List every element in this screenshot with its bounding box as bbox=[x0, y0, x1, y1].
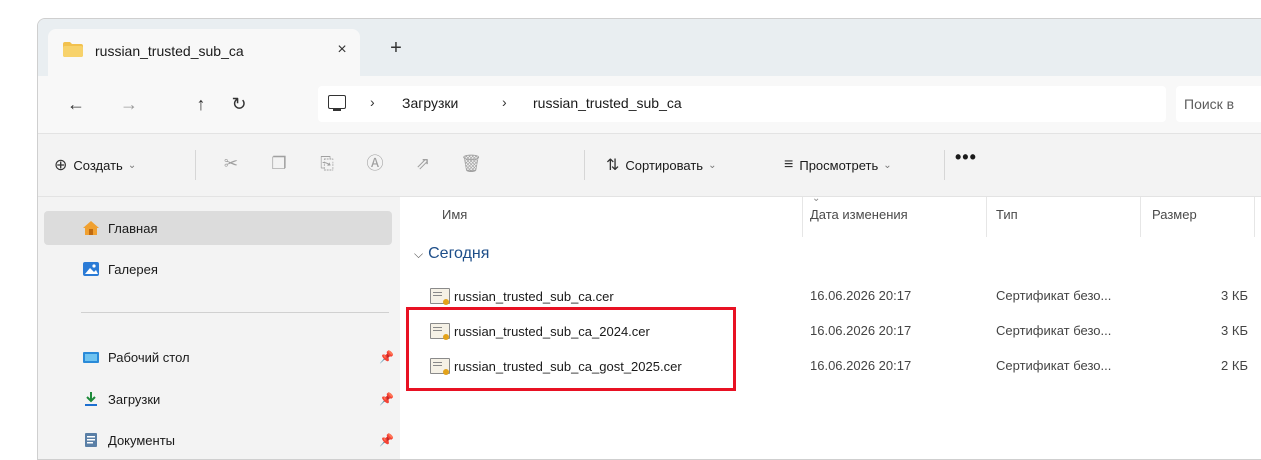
column-header-name[interactable]: Имя bbox=[442, 207, 467, 222]
file-date: 16.06.2026 20:17 bbox=[810, 358, 912, 373]
sidebar-divider bbox=[81, 312, 389, 313]
column-divider[interactable] bbox=[986, 197, 987, 237]
file-date: 16.06.2026 20:17 bbox=[810, 288, 912, 303]
delete-icon[interactable]: 🗑 bbox=[458, 151, 484, 177]
file-type: Сертификат безо... bbox=[996, 288, 1112, 303]
pin-icon[interactable]: 📌 bbox=[379, 433, 394, 447]
column-divider[interactable] bbox=[1140, 197, 1141, 237]
create-label: Создать bbox=[73, 157, 123, 173]
sort-icon: ⇅ bbox=[606, 157, 620, 174]
search-box[interactable]: Поиск в bbox=[1176, 86, 1261, 122]
navigation-bar: ← → ↑ ↻ › Загрузки › russian_trusted_sub… bbox=[38, 76, 1261, 134]
back-arrow-icon[interactable]: ← bbox=[63, 91, 89, 117]
paste-icon[interactable]: ⎘ bbox=[314, 151, 340, 177]
navigation-pane: Главная Галерея Рабочий стол 📌 Загрузки … bbox=[38, 197, 398, 459]
breadcrumb-separator[interactable]: › bbox=[370, 94, 375, 110]
forward-arrow-icon[interactable]: → bbox=[116, 91, 142, 117]
file-size: 3 КБ bbox=[1221, 288, 1248, 303]
divider bbox=[195, 150, 196, 180]
column-divider[interactable] bbox=[802, 197, 803, 237]
file-type: Сертификат безо... bbox=[996, 358, 1112, 373]
pin-icon[interactable]: 📌 bbox=[379, 350, 394, 364]
highlight-box bbox=[406, 307, 736, 391]
column-divider[interactable] bbox=[1254, 197, 1255, 237]
sort-caret-icon: ⌄ bbox=[812, 193, 821, 204]
documents-icon bbox=[85, 433, 97, 447]
sort-label: Сортировать bbox=[625, 157, 704, 173]
group-label: Сегодня bbox=[428, 245, 490, 262]
tab-bar: russian_trusted_sub_ca × + bbox=[38, 19, 1261, 76]
file-type: Сертификат безо... bbox=[996, 323, 1112, 338]
file-date: 16.06.2026 20:17 bbox=[810, 323, 912, 338]
file-name: russian_trusted_sub_ca.cer bbox=[454, 288, 614, 304]
file-row[interactable]: russian_trusted_sub_ca.cer 16.06.2026 20… bbox=[400, 282, 1261, 310]
gallery-icon bbox=[83, 262, 99, 276]
desktop-icon bbox=[83, 352, 99, 363]
certificate-icon bbox=[430, 288, 450, 305]
new-tab-icon[interactable]: + bbox=[383, 36, 409, 62]
sidebar-item-gallery[interactable]: Галерея bbox=[44, 252, 392, 286]
up-arrow-icon[interactable]: ↑ bbox=[188, 91, 214, 117]
sidebar-item-label: Рабочий стол bbox=[108, 349, 190, 365]
column-header-date[interactable]: Дата изменения bbox=[810, 207, 908, 222]
chevron-down-icon: ⌄ bbox=[883, 159, 892, 171]
sidebar-item-documents[interactable]: Документы 📌 bbox=[44, 423, 394, 457]
breadcrumb-separator[interactable]: › bbox=[502, 94, 507, 110]
divider bbox=[944, 150, 945, 180]
explorer-window: russian_trusted_sub_ca × + ← → ↑ ↻ › Заг… bbox=[37, 18, 1261, 460]
folder-icon bbox=[63, 42, 83, 57]
tab-russian-trusted-sub-ca[interactable]: russian_trusted_sub_ca × bbox=[48, 29, 360, 76]
command-bar: ⊕ Создать ⌄ ✂ ❐ ⎘ Ⓐ ⇗ 🗑 ⇅ Сортировать ⌄ … bbox=[38, 134, 1261, 197]
this-pc-icon[interactable] bbox=[328, 95, 346, 111]
chevron-down-icon: ⌄ bbox=[127, 159, 137, 171]
more-options-icon[interactable]: ••• bbox=[955, 147, 977, 168]
address-bar[interactable]: › Загрузки › russian_trusted_sub_ca bbox=[318, 86, 1166, 122]
rename-icon[interactable]: Ⓐ bbox=[362, 151, 388, 177]
plus-circle-icon: ⊕ bbox=[54, 157, 68, 174]
file-size: 2 КБ bbox=[1221, 358, 1248, 373]
divider bbox=[584, 150, 585, 180]
group-header-today[interactable]: ⌵ Сегодня bbox=[414, 245, 489, 263]
sidebar-item-desktop[interactable]: Рабочий стол 📌 bbox=[44, 340, 394, 374]
home-icon bbox=[83, 221, 99, 235]
chevron-down-icon: ⌄ bbox=[708, 159, 717, 171]
copy-icon[interactable]: ❐ bbox=[266, 151, 292, 177]
create-button[interactable]: ⊕ Создать ⌄ bbox=[54, 152, 136, 178]
close-tab-icon[interactable]: × bbox=[330, 37, 354, 63]
breadcrumb-current-folder[interactable]: russian_trusted_sub_ca bbox=[533, 95, 682, 111]
sidebar-item-label: Загрузки bbox=[108, 391, 161, 407]
cut-icon[interactable]: ✂ bbox=[218, 151, 244, 177]
sidebar-item-downloads[interactable]: Загрузки 📌 bbox=[44, 382, 394, 416]
search-placeholder: Поиск в bbox=[1184, 96, 1235, 112]
file-size: 3 КБ bbox=[1221, 323, 1248, 338]
sidebar-item-home[interactable]: Главная bbox=[44, 211, 392, 245]
column-header-size[interactable]: Размер bbox=[1152, 207, 1197, 222]
pin-icon[interactable]: 📌 bbox=[379, 392, 394, 406]
breadcrumb-downloads[interactable]: Загрузки bbox=[402, 95, 458, 111]
view-label: Просмотреть bbox=[799, 157, 879, 173]
tab-title: russian_trusted_sub_ca bbox=[95, 43, 244, 59]
sort-button[interactable]: ⇅ Сортировать ⌄ bbox=[606, 152, 716, 178]
chevron-down-icon: ⌵ bbox=[414, 246, 424, 261]
share-icon[interactable]: ⇗ bbox=[410, 151, 436, 177]
sidebar-item-label: Галерея bbox=[108, 261, 158, 277]
sidebar-item-label: Главная bbox=[108, 220, 158, 236]
view-button[interactable]: ≡ Просмотреть ⌄ bbox=[784, 152, 892, 178]
refresh-icon[interactable]: ↻ bbox=[226, 91, 252, 117]
view-list-icon: ≡ bbox=[784, 156, 794, 173]
download-icon bbox=[85, 392, 97, 406]
column-header-type[interactable]: Тип bbox=[996, 207, 1018, 222]
sidebar-item-label: Документы bbox=[108, 432, 176, 448]
